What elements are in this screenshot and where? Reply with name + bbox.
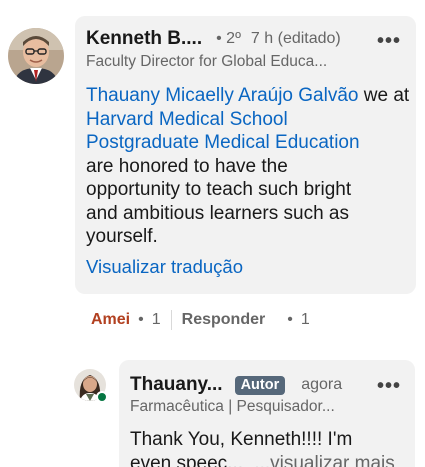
reply-bubble: Thauany... Autor agora ••• Farmacêutica … <box>119 360 415 467</box>
comment-text-line: are honored to have the <box>86 155 288 177</box>
reaction-count[interactable]: 1 <box>152 311 161 329</box>
reply-text-line: even speec... <box>130 452 244 467</box>
mention-person-link[interactable]: Thauany Micaelly Araújo Galvão <box>86 85 358 106</box>
comment-text-line: and ambitious learners such as <box>86 202 349 224</box>
comment-bubble: Kenneth B.... • 2º 7 h (editado) ••• Fac… <box>75 16 416 294</box>
comment-text: Thauany Micaelly Araújo Galvão we at Har… <box>86 84 411 249</box>
mention-org-link[interactable]: Harvard Medical School <box>86 109 288 130</box>
reaction-button[interactable]: Amei <box>91 311 130 329</box>
avatar-thauany-wrap[interactable] <box>74 369 108 403</box>
connection-degree: • 2º <box>216 30 241 47</box>
mention-org-link-cont[interactable]: Postgraduate Medical Education <box>86 132 360 153</box>
comment-text-line: yourself. <box>86 226 158 247</box>
comment-author-name[interactable]: Kenneth B.... <box>86 28 202 50</box>
reply-more-icon[interactable]: ••• <box>377 375 401 398</box>
bullet-separator: • <box>138 311 144 328</box>
comment-text-line: opportunity to teach such bright <box>86 179 352 200</box>
translate-link[interactable]: Visualizar tradução <box>86 256 243 278</box>
reply-text: Thank You, Kenneth!!!! I'm even speec...… <box>130 428 410 467</box>
author-badge: Autor <box>234 375 286 395</box>
reply-author-name[interactable]: Thauany... <box>130 374 223 396</box>
reply-count[interactable]: 1 <box>301 311 310 329</box>
divider <box>170 310 172 330</box>
see-more-link[interactable]: ...visualizar mais <box>254 453 394 467</box>
comment-author-headline: Faculty Director for Global Educa... <box>86 53 328 70</box>
reply-text-line: Thank You, Kenneth!!!! I'm <box>130 429 353 450</box>
online-status-icon <box>96 391 108 403</box>
reply-header: Thauany... Autor agora <box>130 374 342 396</box>
comment-more-icon[interactable]: ••• <box>377 30 401 53</box>
reply-author-headline: Farmacêutica | Pesquisador... <box>130 398 335 415</box>
reply-button[interactable]: Responder <box>182 311 266 329</box>
comment-time: 7 h (editado) <box>250 30 341 47</box>
reply-time: agora <box>301 376 343 393</box>
bullet-separator: • <box>287 311 293 328</box>
avatar-kenneth[interactable] <box>8 28 64 84</box>
comment-text-part: we at <box>363 85 410 106</box>
comment-actions: Amei • 1 Responder • 1 <box>91 310 310 330</box>
avatar-kenneth-photo <box>8 28 64 84</box>
comment-header: Kenneth B.... • 2º 7 h (editado) <box>86 28 341 50</box>
